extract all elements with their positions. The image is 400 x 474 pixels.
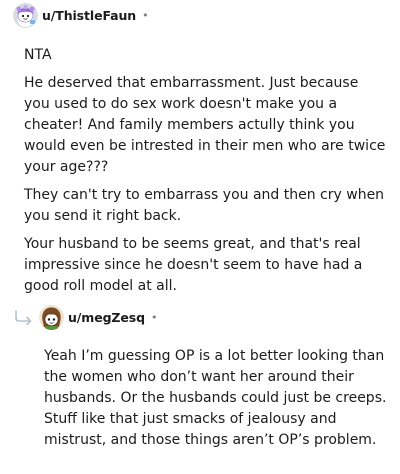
user-avatar-icon[interactable] <box>39 305 64 330</box>
reply-body: Yeah I’m guessing OP is a lot better loo… <box>44 346 394 458</box>
reply-author-link[interactable]: u/megZesq <box>68 310 145 325</box>
comment-paragraph: NTA <box>24 47 52 63</box>
comment-thread: u/ThistleFaun • NTA He deserved that emb… <box>0 0 400 474</box>
reply-header: u/megZesq • <box>39 305 157 330</box>
comment-paragraph: Your husband to be seems great, and that… <box>24 236 363 294</box>
comment-header: u/ThistleFaun • <box>13 3 149 28</box>
comment-paragraph: They can't try to embarrass you and then… <box>24 187 385 224</box>
user-avatar-icon[interactable] <box>13 3 38 28</box>
comment-paragraph: Yeah I’m guessing OP is a lot better loo… <box>44 348 387 448</box>
comment-author-link[interactable]: u/ThistleFaun <box>42 8 136 23</box>
meta-separator: • <box>142 9 149 22</box>
comment-body: NTA He deserved that embarrassment. Just… <box>24 45 386 304</box>
reply-arrow-icon <box>15 310 32 325</box>
meta-separator: • <box>150 311 158 324</box>
comment-paragraph: He deserved that embarrassment. Just bec… <box>24 75 386 175</box>
